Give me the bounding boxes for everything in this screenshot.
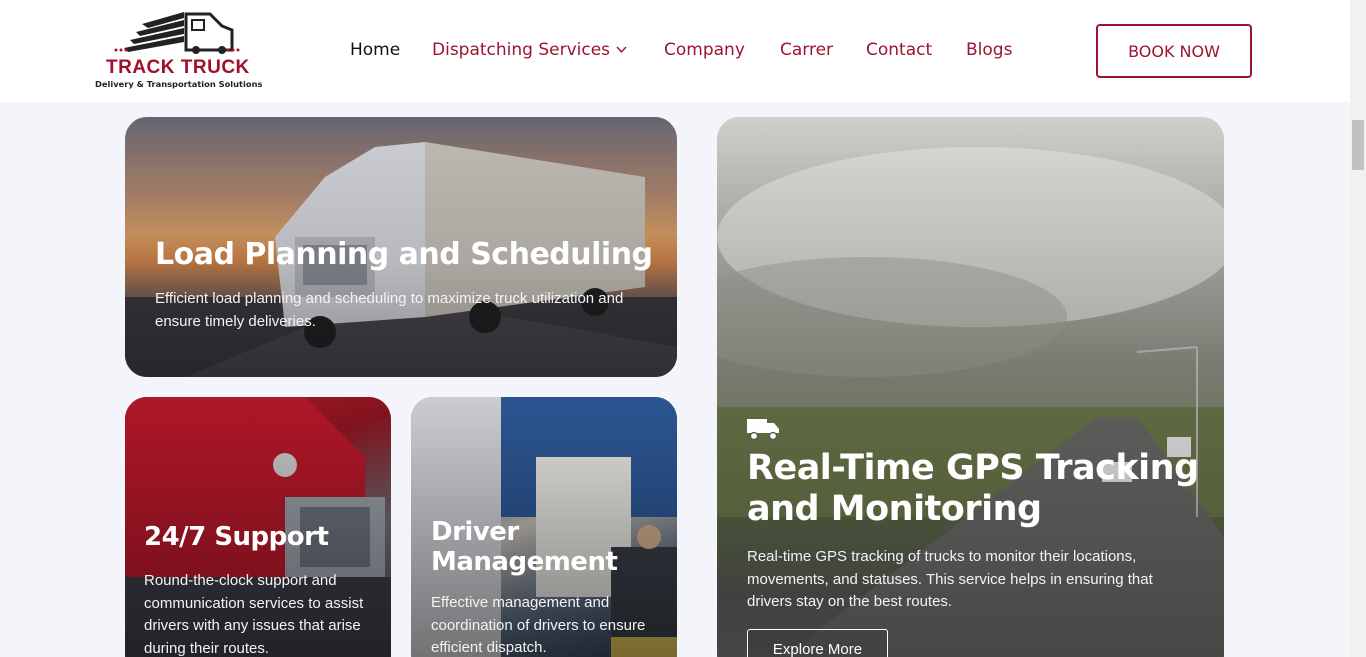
nav-item-carrer[interactable]: Carrer <box>780 38 833 62</box>
card-description: Real-time GPS tracking of trucks to moni… <box>747 548 1153 610</box>
nav-item-dispatching-services[interactable]: Dispatching Services <box>432 38 627 62</box>
brand-logo[interactable]: TRACK TRUCK Delivery & Transportation So… <box>94 10 264 92</box>
nav-item-contact[interactable]: Contact <box>866 38 932 62</box>
page-scrollbar[interactable] <box>1350 0 1366 657</box>
service-card-gps-tracking[interactable]: Real-Time GPS Tracking and Monitoring Re… <box>717 117 1224 657</box>
card-description: Effective management and coordination of… <box>431 594 646 656</box>
nav-item-company[interactable]: Company <box>664 38 745 62</box>
chevron-down-icon <box>616 46 627 54</box>
nav-item-label: Dispatching Services <box>432 40 611 60</box>
book-now-button[interactable]: BOOK NOW <box>1096 24 1252 78</box>
card-description: Round-the-clock support and communicatio… <box>144 572 364 657</box>
card-title: 24/7 Support <box>144 522 329 552</box>
nav-item-blogs[interactable]: Blogs <box>966 38 1012 62</box>
site-header: TRACK TRUCK Delivery & Transportation So… <box>0 0 1350 102</box>
nav-item-home[interactable]: Home <box>350 38 400 62</box>
service-card-support[interactable]: 24/7 Support Round-the-clock support and… <box>125 397 391 657</box>
brand-tagline: Delivery & Transportation Solutions <box>95 79 263 89</box>
card-title: Load Planning and Scheduling <box>155 237 653 272</box>
card-description: Efficient load planning and scheduling t… <box>155 290 624 330</box>
card-title: Driver Management <box>431 517 618 577</box>
card-title: Real-Time GPS Tracking and Monitoring <box>747 448 1199 529</box>
service-card-load-planning[interactable]: Load Planning and Scheduling Efficient l… <box>125 117 677 377</box>
explore-more-button[interactable]: Explore More <box>747 629 888 657</box>
service-card-driver-management[interactable]: Driver Management Effective management a… <box>411 397 677 657</box>
truck-icon <box>747 419 779 441</box>
scrollbar-thumb[interactable] <box>1352 120 1364 170</box>
brand-name: TRACK TRUCK <box>106 57 250 78</box>
truck-logo-icon <box>114 12 240 54</box>
